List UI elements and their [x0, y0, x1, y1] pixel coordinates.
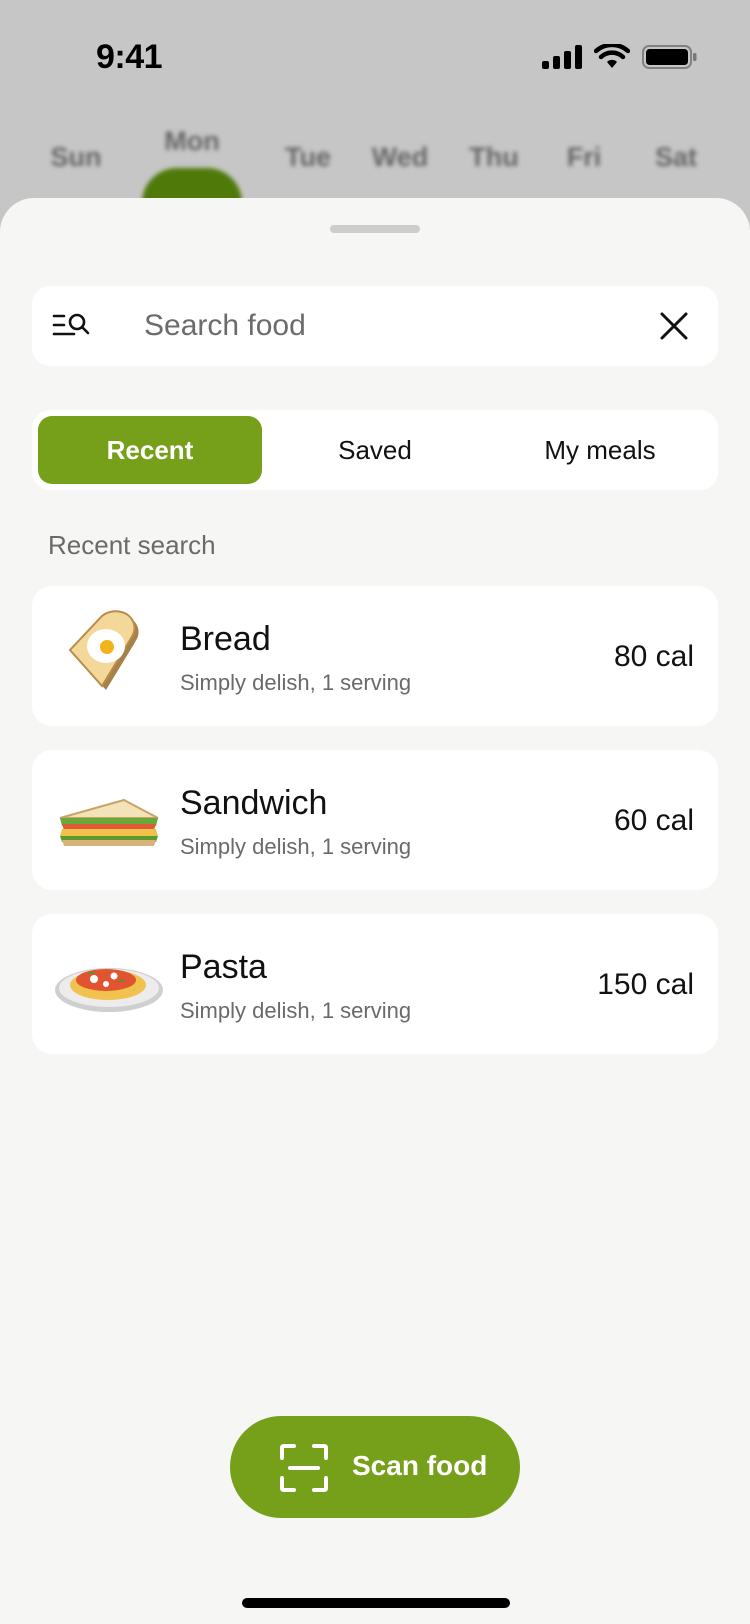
wifi-icon [594, 44, 630, 68]
sheet-drag-handle[interactable] [330, 225, 420, 233]
food-subtitle: Simply delish, 1 serving [180, 998, 412, 1023]
scan-food-label: Scan food [352, 1450, 488, 1481]
tab-my-meals[interactable]: My meals [488, 416, 712, 484]
food-item-sandwich[interactable]: Sandwich Simply delish, 1 serving 60 cal [32, 750, 718, 890]
tab-saved[interactable]: Saved [263, 416, 487, 484]
status-time: 9:41 [96, 38, 163, 76]
section-title: Recent search [48, 530, 216, 560]
week-day-strip: Sun Mon Tue Wed Thu Fri Sat [0, 118, 750, 238]
search-bar [32, 286, 718, 366]
home-indicator[interactable] [242, 1598, 510, 1608]
food-calories: 60 cal [613, 804, 694, 837]
tab-recent[interactable]: Recent [38, 416, 262, 484]
food-item-bread[interactable]: Bread Simply delish, 1 serving 80 cal [32, 586, 718, 726]
day-fri[interactable]: Fri [567, 142, 602, 173]
food-search-sheet: Recent Saved My meals Recent search Brea… [0, 198, 750, 1624]
bread-egg-icon [68, 610, 139, 690]
scan-food-button[interactable]: Scan food [230, 1416, 520, 1518]
day-sat[interactable]: Sat [655, 142, 697, 173]
food-subtitle: Simply delish, 1 serving [180, 834, 412, 859]
food-calories: 150 cal [597, 968, 694, 1001]
food-tabs: Recent Saved My meals [32, 410, 718, 490]
cellular-signal-icon [542, 45, 582, 69]
day-mon[interactable]: Mon [164, 126, 219, 157]
food-name: Bread [180, 620, 271, 658]
food-item-pasta[interactable]: Pasta Simply delish, 1 serving 150 cal [32, 914, 718, 1054]
pasta-icon [55, 968, 163, 1012]
status-icons [542, 44, 698, 70]
search-filter-icon [52, 313, 90, 336]
day-sun[interactable]: Sun [51, 142, 102, 173]
close-icon[interactable] [654, 306, 694, 346]
food-subtitle: Simply delish, 1 serving [180, 670, 412, 695]
food-name: Sandwich [180, 784, 328, 822]
food-name: Pasta [180, 948, 267, 986]
food-calories: 80 cal [613, 640, 694, 673]
day-thu[interactable]: Thu [469, 142, 518, 173]
sandwich-icon [59, 798, 159, 846]
day-tue[interactable]: Tue [285, 142, 331, 173]
day-wed[interactable]: Wed [372, 142, 429, 173]
search-input[interactable] [112, 286, 632, 366]
scan-icon [280, 1444, 328, 1492]
status-bar: 9:41 [0, 0, 750, 110]
battery-icon [642, 45, 697, 69]
